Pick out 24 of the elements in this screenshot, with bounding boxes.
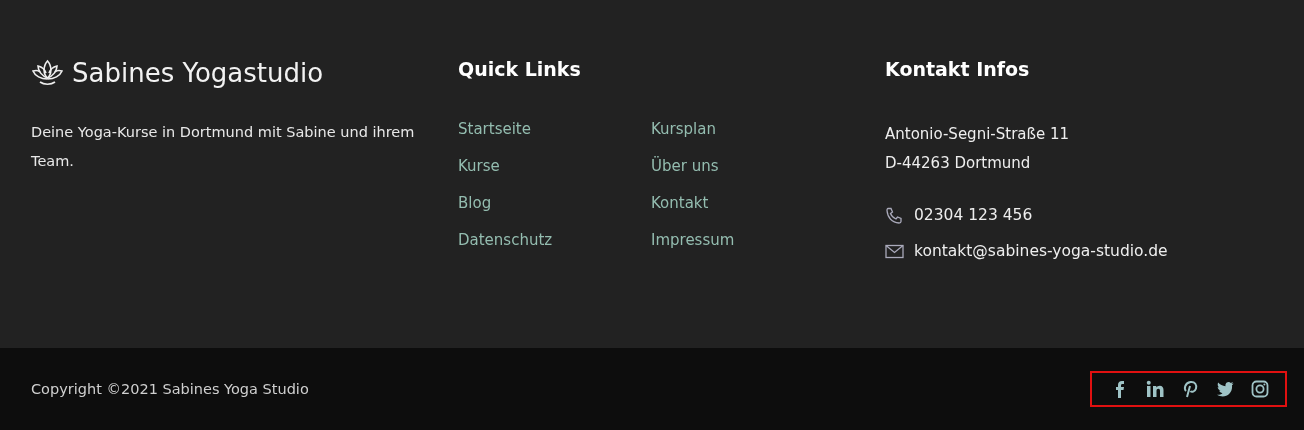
column-heading: Kontakt Infos xyxy=(885,58,1031,80)
pinterest-icon[interactable] xyxy=(1181,380,1199,398)
footer-link[interactable]: Blog xyxy=(458,194,492,216)
footer-link[interactable]: Datenschutz xyxy=(458,231,553,253)
mail-icon xyxy=(885,242,904,260)
footer-link[interactable]: Startseite xyxy=(458,120,531,142)
site-title: Sabines Yogastudio xyxy=(72,58,324,88)
lotus-icon xyxy=(31,58,64,88)
column-heading: Quick Links xyxy=(458,58,582,80)
footer-link[interactable]: Kontakt xyxy=(651,194,709,216)
linkedin-icon[interactable] xyxy=(1146,380,1164,398)
bird-icon[interactable] xyxy=(1216,380,1234,398)
footer-link[interactable]: Kurse xyxy=(458,157,500,179)
site-description: Deine Yoga-Kurse in Dortmund mit Sabine und ihrem Team. xyxy=(31,123,416,171)
phone-icon xyxy=(885,206,904,224)
email-address: kontakt@sabines-yoga-studio.de xyxy=(914,242,1168,260)
camera-icon[interactable] xyxy=(1251,380,1269,398)
phone-number: 02304 123 456 xyxy=(914,206,1033,224)
address-line: D-44263 Dortmund xyxy=(885,153,1031,174)
footer-link[interactable]: Kursplan xyxy=(651,120,716,142)
footer-link[interactable]: Über uns xyxy=(651,157,719,179)
address-line: Antonio-Segni-Straße 11 xyxy=(885,124,1070,145)
footer-link[interactable]: Impressum xyxy=(651,231,735,253)
copyright-text: Copyright ©2021 Sabines Yoga Studio xyxy=(31,381,309,397)
